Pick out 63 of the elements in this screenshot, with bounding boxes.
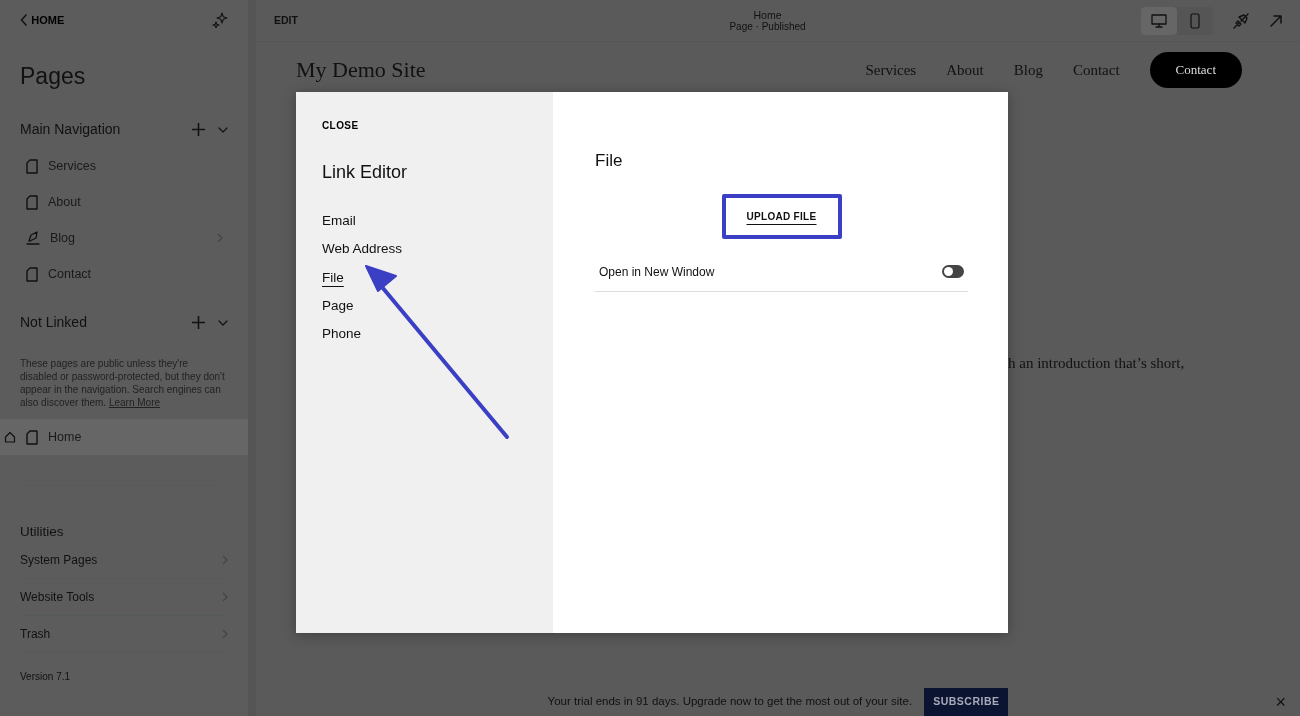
upload-file-button[interactable]: UPLOAD FILE [721,193,842,239]
page-status: Page · Published [729,20,806,33]
phone-icon [1190,12,1200,29]
chevron-right-icon [217,233,223,243]
page-icon [26,194,38,210]
page-item[interactable]: Services [0,148,248,184]
nav-link[interactable]: About [946,58,984,81]
chevron-right-icon [222,592,228,603]
page-icon [26,266,38,282]
page-icon [26,429,38,445]
modal-title: Link Editor [322,161,409,184]
chevron-down-icon[interactable] [218,126,228,133]
nav-link[interactable]: Blog [1013,58,1043,81]
version-text: Version 7.1 [19,670,72,685]
link-type-option[interactable]: Phone [322,324,362,345]
close-button[interactable]: CLOSE [322,118,359,133]
link-type-option[interactable]: Page [322,295,354,316]
subscribe-button[interactable]: SUBSCRIBE [924,688,1009,716]
utility-item[interactable]: Trash [20,616,228,654]
page-label: Services [48,157,97,175]
chevron-right-icon [222,555,228,566]
panel-title: File [595,150,624,172]
link-type-option[interactable]: Web Address [322,239,403,260]
section-title: Not Linked [20,313,87,332]
chevron-left-icon [20,14,28,27]
home-icon [4,431,16,443]
utility-item[interactable]: Website Tools [20,579,228,617]
desktop-icon [1151,13,1167,28]
mode-label: EDIT [274,12,299,28]
page-title: Pages [19,61,87,91]
page-label: About [48,193,82,211]
nav-link[interactable]: Services [865,58,917,81]
device-toggle[interactable] [1141,6,1177,35]
sparkle-icon[interactable] [212,12,228,29]
chevron-right-icon [222,629,228,640]
contact-button[interactable]: Contact [1149,52,1242,88]
option-label: Open in New Window [599,263,715,281]
body-text: h an introduction that’s short, [1008,354,1185,373]
plus-icon[interactable] [192,123,205,136]
site-title: My Demo Site [296,56,426,85]
nav-link[interactable]: Contact [1072,58,1120,81]
page-item[interactable]: Blog [0,220,248,256]
back-link[interactable]: HOME [20,12,65,29]
utility-item[interactable]: System Pages [20,542,228,580]
page-icon [26,158,38,174]
page-item[interactable]: Home [0,419,248,455]
page-label: Contact [48,265,93,283]
learn-more-link[interactable]: Learn More [108,397,161,408]
page-label: Home [48,428,83,446]
page-label: Blog [50,229,77,247]
page-item[interactable]: Contact [0,256,248,292]
plus-icon[interactable] [192,316,205,329]
page-name: Home [752,8,783,21]
section-title: Main Navigation [20,120,121,139]
chevron-down-icon[interactable] [218,319,228,326]
toggle-switch[interactable] [942,265,964,278]
section-title: Utilities [19,523,65,541]
link-type-option[interactable]: Email [322,211,356,232]
close-button[interactable]: × [1271,688,1290,716]
trial-message: Your trial ends in 91 days. Upgrade now to get the most out of your site. [547,694,913,710]
page-item[interactable]: About [0,184,248,220]
link-type-option[interactable]: File [322,267,344,288]
arrow-up-right-icon[interactable] [1270,14,1282,27]
